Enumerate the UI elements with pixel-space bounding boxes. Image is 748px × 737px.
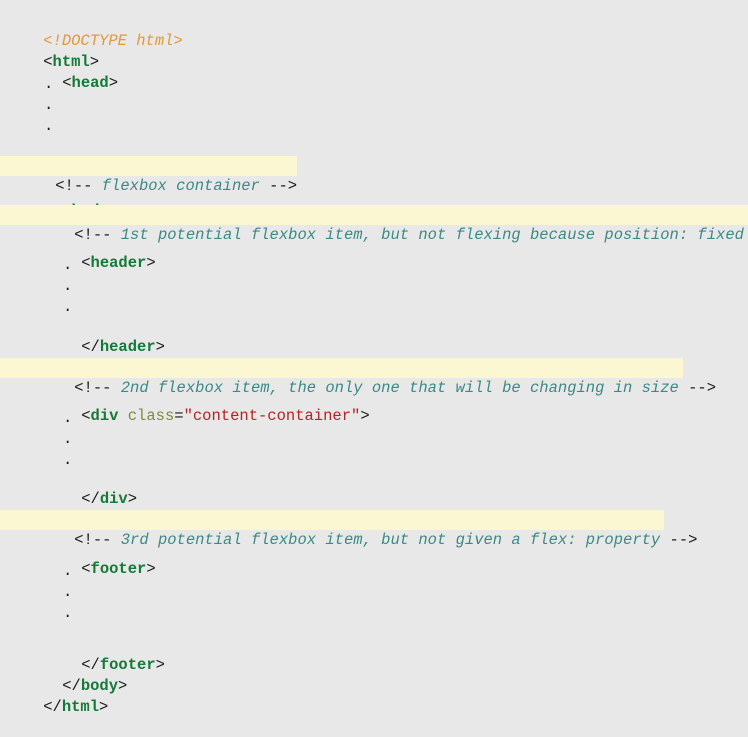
ellipsis-dot: .: [63, 430, 73, 448]
comment-text: 3rd potential flexbox item, but not give…: [120, 531, 661, 549]
tag-head-open: head: [71, 74, 109, 92]
tag-header-open: header: [90, 254, 147, 272]
code-line-footer-open: <footer>: [81, 560, 156, 578]
ellipsis-dot: .: [63, 298, 73, 316]
ellipsis-dot: .: [63, 409, 73, 427]
ellipsis-dot: .: [44, 117, 54, 135]
ellipsis-dot: .: [63, 451, 73, 469]
comment-item-2: <!-- 2nd flexbox item, the only one that…: [0, 358, 716, 397]
ellipsis-dot: .: [44, 75, 54, 93]
code-line-html-close: </html>: [43, 698, 109, 716]
code-line-header-open: <header>: [81, 254, 156, 272]
tag-div-close: div: [99, 490, 128, 508]
code-line-footer-close: </footer>: [81, 656, 165, 674]
code-line-body-close: </body>: [62, 677, 128, 695]
ellipsis-dot: .: [63, 604, 73, 622]
code-line-body-open: <body>: [25, 181, 118, 220]
code-line-head-open: <head>: [62, 74, 119, 92]
code-line-doctype: <!DOCTYPE html>: [6, 11, 183, 50]
ellipsis-dot: .: [44, 96, 54, 114]
tag-footer-open: footer: [90, 560, 147, 578]
tag-header-close: header: [99, 338, 156, 356]
code-line-html-open: <html>: [43, 53, 100, 71]
comment-flexbox-container: <!-- flexbox container -->: [0, 156, 298, 195]
code-line-head-close: </head>: [25, 136, 127, 175]
ellipsis-dot: .: [63, 562, 73, 580]
attribute-name: class: [127, 407, 175, 425]
attribute-value: "content-container": [183, 407, 361, 425]
code-line-div-close: </div>: [81, 490, 138, 508]
comment-item-1: <!-- 1st potential flexbox item, but not…: [0, 205, 748, 244]
tag-html-close: html: [61, 698, 100, 716]
ellipsis-dot: .: [63, 277, 73, 295]
ellipsis-dot: .: [63, 583, 73, 601]
comment-item-3: <!-- 3rd potential flexbox item, but not…: [0, 510, 697, 549]
comment-text: 1st potential flexbox item, but not flex…: [120, 226, 744, 244]
code-block: <!DOCTYPE html> <html> <head> . . . </he…: [0, 0, 748, 716]
code-line-div-open: <div class="content-container">: [81, 407, 370, 425]
code-line-header-close: </header>: [81, 338, 165, 356]
comment-text: flexbox container: [101, 177, 260, 195]
ellipsis-dot: .: [63, 256, 73, 274]
tag-div-open: div: [90, 407, 119, 425]
